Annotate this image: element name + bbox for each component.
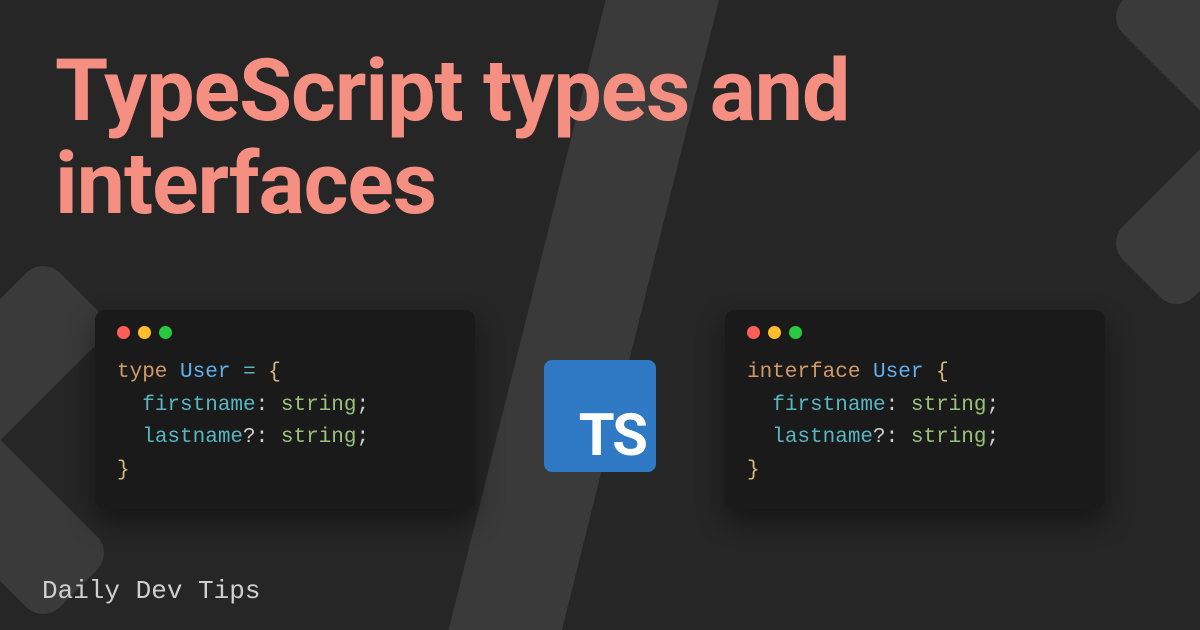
code-property: firstname xyxy=(142,394,255,417)
code-brace-close: } xyxy=(117,459,130,482)
code-property: lastname xyxy=(772,426,873,449)
code-block-interface: interface User { firstname: string; last… xyxy=(747,357,1083,487)
code-block-type: type User = { firstname: string; lastnam… xyxy=(117,357,453,487)
code-semicolon: ; xyxy=(987,426,1000,449)
code-type: string xyxy=(911,426,987,449)
zoom-icon xyxy=(159,326,172,339)
code-keyword: interface xyxy=(747,361,860,384)
code-colon: : xyxy=(886,426,899,449)
typescript-logo-text: TS xyxy=(579,402,646,470)
close-icon xyxy=(117,326,130,339)
footer-brand: Daily Dev Tips xyxy=(42,576,260,606)
typescript-logo: TS xyxy=(544,360,656,472)
code-semicolon: ; xyxy=(356,394,369,417)
code-brace-close: } xyxy=(747,459,760,482)
code-property: lastname xyxy=(142,426,243,449)
zoom-icon xyxy=(789,326,802,339)
code-type: string xyxy=(911,394,987,417)
code-colon: : xyxy=(256,426,269,449)
window-traffic-lights xyxy=(117,326,453,339)
code-semicolon: ; xyxy=(986,394,999,417)
minimize-icon xyxy=(138,326,151,339)
code-card-interface: interface User { firstname: string; last… xyxy=(725,310,1105,509)
code-property: firstname xyxy=(772,394,885,417)
page-title: TypeScript types and interfaces xyxy=(55,45,1145,231)
code-equals: = xyxy=(243,361,256,384)
code-card-type: type User = { firstname: string; lastnam… xyxy=(95,310,475,509)
code-semicolon: ; xyxy=(357,426,370,449)
minimize-icon xyxy=(768,326,781,339)
code-type: string xyxy=(281,394,357,417)
code-identifier: User xyxy=(180,361,230,384)
code-brace-open: { xyxy=(268,361,281,384)
code-colon: : xyxy=(256,394,269,417)
code-colon: : xyxy=(886,394,899,417)
code-identifier: User xyxy=(873,361,923,384)
code-optional: ? xyxy=(873,426,886,449)
code-brace-open: { xyxy=(936,361,949,384)
window-traffic-lights xyxy=(747,326,1083,339)
code-optional: ? xyxy=(243,426,256,449)
code-keyword: type xyxy=(117,361,167,384)
close-icon xyxy=(747,326,760,339)
code-type: string xyxy=(281,426,357,449)
